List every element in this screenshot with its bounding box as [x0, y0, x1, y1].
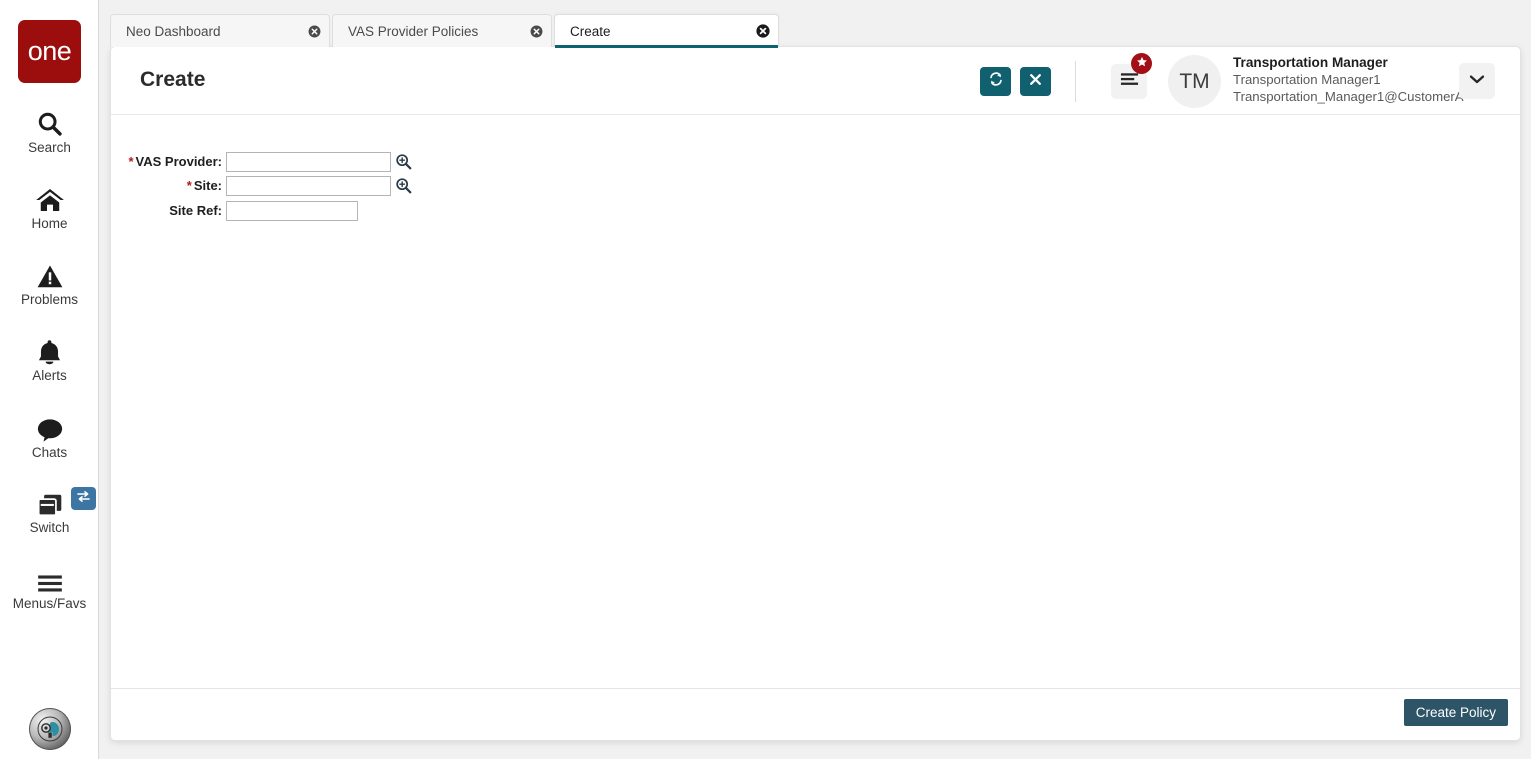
tab-close-icon[interactable]: [282, 25, 321, 38]
label-vas-provider: * VAS Provider:: [111, 154, 226, 169]
swap-arrows-icon: [76, 490, 91, 508]
switch-swap-badge[interactable]: [71, 487, 96, 510]
hamburger-icon: [36, 560, 64, 594]
sidebar-label-alerts: Alerts: [32, 368, 67, 383]
sidebar-item-alerts[interactable]: Alerts: [0, 332, 99, 384]
tab-create[interactable]: Create: [554, 14, 779, 48]
search-icon: [36, 104, 64, 138]
tab-vas-provider-policies[interactable]: VAS Provider Policies: [332, 14, 552, 47]
tab-bar: Neo Dashboard VAS Provider Policies Crea…: [110, 14, 781, 48]
create-policy-button[interactable]: Create Policy: [1403, 699, 1508, 726]
list-menu-icon: [1120, 71, 1139, 92]
vas-provider-lookup-icon[interactable]: [395, 153, 412, 170]
tab-label: VAS Provider Policies: [348, 23, 479, 39]
sidebar-item-problems[interactable]: Problems: [0, 256, 99, 308]
tab-neo-dashboard[interactable]: Neo Dashboard: [110, 14, 330, 47]
required-marker: *: [186, 178, 192, 193]
status-badge: [1131, 53, 1152, 74]
app-logo[interactable]: one: [18, 20, 81, 83]
site-lookup-icon[interactable]: [395, 177, 412, 194]
left-sidebar: one Search Home Problems Alerts Chats Sw…: [0, 0, 99, 759]
refresh-button[interactable]: [980, 67, 1011, 96]
sidebar-item-chats[interactable]: Chats: [0, 409, 99, 461]
avatar[interactable]: TM: [1168, 55, 1221, 108]
user-info-block: Transportation Manager Transportation Ma…: [1233, 55, 1464, 106]
form-row-site: * Site:: [111, 175, 412, 196]
vas-provider-input[interactable]: [226, 151, 391, 172]
home-icon: [35, 180, 65, 214]
star-icon: [1136, 55, 1148, 73]
label-site: * Site:: [111, 178, 226, 193]
sidebar-label-chats: Chats: [31, 445, 68, 460]
app-logo-text: one: [27, 36, 72, 66]
user-email: Transportation_Manager1@CustomerA: [1233, 88, 1464, 104]
tab-close-icon[interactable]: [504, 25, 543, 38]
windows-stack-icon: [36, 484, 64, 518]
user-role: Transportation Manager: [1233, 55, 1388, 70]
header-divider: [1075, 61, 1076, 102]
chat-bubble-icon: [36, 409, 64, 443]
label-text: Site Ref:: [169, 203, 222, 218]
label-text: Site:: [193, 178, 222, 193]
sidebar-item-menus-favs[interactable]: Menus/Favs: [0, 560, 99, 612]
label-site-ref: Site Ref:: [111, 203, 226, 218]
close-x-icon: [1028, 72, 1043, 92]
label-text: VAS Provider:: [135, 154, 222, 169]
sidebar-label-search: Search: [28, 140, 71, 155]
form-row-site-ref: Site Ref:: [111, 200, 358, 221]
required-marker: *: [128, 154, 134, 169]
warning-triangle-icon: [36, 256, 64, 290]
form-body: * VAS Provider: * Site: Site Ref:: [111, 115, 1520, 688]
chevron-down-icon: [1469, 72, 1485, 90]
site-ref-input[interactable]: [226, 200, 358, 221]
sidebar-label-menus-favs: Menus/Favs: [12, 596, 87, 611]
sidebar-label-home: Home: [31, 216, 68, 231]
sidebar-label-problems: Problems: [20, 292, 79, 307]
site-input[interactable]: [226, 175, 391, 196]
assistant-orb-icon[interactable]: [29, 708, 71, 750]
user-name: Transportation Manager1: [1233, 71, 1381, 87]
tab-close-icon[interactable]: [730, 24, 770, 38]
page-title: Create: [140, 68, 206, 91]
card-header: Create TM Transportation Manager Transpo…: [111, 47, 1520, 115]
tab-label: Neo Dashboard: [126, 23, 221, 39]
sidebar-item-search[interactable]: Search: [0, 104, 99, 156]
user-dropdown-button[interactable]: [1459, 63, 1495, 99]
tab-label: Create: [570, 23, 611, 39]
refresh-icon: [988, 71, 1004, 92]
sidebar-label-switch: Switch: [29, 520, 70, 535]
sidebar-item-home[interactable]: Home: [0, 180, 99, 232]
content-card: Create TM Transportation Manager Transpo…: [110, 46, 1521, 741]
form-row-vas-provider: * VAS Provider:: [111, 151, 412, 172]
card-footer: Create Policy: [111, 688, 1520, 740]
close-button[interactable]: [1020, 67, 1051, 96]
bell-icon: [36, 332, 63, 366]
